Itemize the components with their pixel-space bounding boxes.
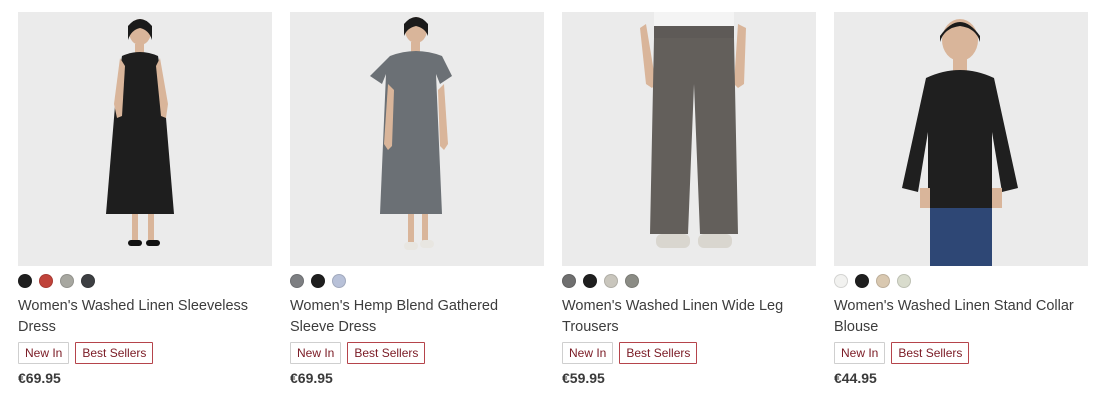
product-grid: Women's Washed Linen Sleeveless Dress Ne… [0, 0, 1105, 400]
product-price: €69.95 [290, 370, 333, 386]
model-photo-icon [18, 12, 272, 266]
product-card[interactable]: Women's Washed Linen Wide Leg Trousers N… [562, 12, 816, 386]
product-title[interactable]: Women's Washed Linen Wide Leg Trousers [562, 296, 816, 338]
model-photo-icon [562, 12, 816, 266]
product-image[interactable] [290, 12, 544, 266]
badge-new-in: New In [18, 342, 70, 364]
swatch-light-sage[interactable] [897, 274, 911, 288]
badge-new-in: New In [562, 342, 614, 364]
swatch-black[interactable] [311, 274, 325, 288]
badge-row: New In Best Sellers [834, 342, 1088, 364]
swatch-grey[interactable] [562, 274, 576, 288]
color-swatches [834, 274, 1088, 288]
product-card[interactable]: Women's Washed Linen Sleeveless Dress Ne… [18, 12, 272, 386]
swatch-grey[interactable] [290, 274, 304, 288]
product-price: €44.95 [834, 370, 877, 386]
product-card[interactable]: Women's Washed Linen Stand Collar Blouse… [834, 12, 1088, 386]
swatch-black[interactable] [583, 274, 597, 288]
product-image[interactable] [562, 12, 816, 266]
badge-new-in: New In [834, 342, 886, 364]
model-photo-icon [290, 12, 544, 266]
swatch-grey[interactable] [60, 274, 74, 288]
color-swatches [18, 274, 272, 288]
product-title[interactable]: Women's Washed Linen Stand Collar Blouse [834, 296, 1088, 338]
product-image[interactable] [834, 12, 1088, 266]
badge-new-in: New In [290, 342, 342, 364]
swatch-light-blue[interactable] [332, 274, 346, 288]
model-photo-icon [834, 12, 1088, 266]
product-price: €59.95 [562, 370, 605, 386]
badge-best-sellers: Best Sellers [75, 342, 154, 364]
badge-best-sellers: Best Sellers [619, 342, 698, 364]
swatch-white[interactable] [834, 274, 848, 288]
color-swatches [290, 274, 544, 288]
badge-best-sellers: Best Sellers [347, 342, 426, 364]
swatch-black[interactable] [18, 274, 32, 288]
badge-best-sellers: Best Sellers [891, 342, 970, 364]
badge-row: New In Best Sellers [562, 342, 816, 364]
swatch-black[interactable] [855, 274, 869, 288]
swatch-red[interactable] [39, 274, 53, 288]
badge-row: New In Best Sellers [290, 342, 544, 364]
color-swatches [562, 274, 816, 288]
badge-row: New In Best Sellers [18, 342, 272, 364]
swatch-stone[interactable] [604, 274, 618, 288]
product-title[interactable]: Women's Washed Linen Sleeveless Dress [18, 296, 272, 338]
swatch-beige[interactable] [876, 274, 890, 288]
swatch-charcoal[interactable] [81, 274, 95, 288]
product-price: €69.95 [18, 370, 61, 386]
swatch-sage[interactable] [625, 274, 639, 288]
product-title[interactable]: Women's Hemp Blend Gathered Sleeve Dress [290, 296, 544, 338]
product-card[interactable]: Women's Hemp Blend Gathered Sleeve Dress… [290, 12, 544, 386]
product-image[interactable] [18, 12, 272, 266]
